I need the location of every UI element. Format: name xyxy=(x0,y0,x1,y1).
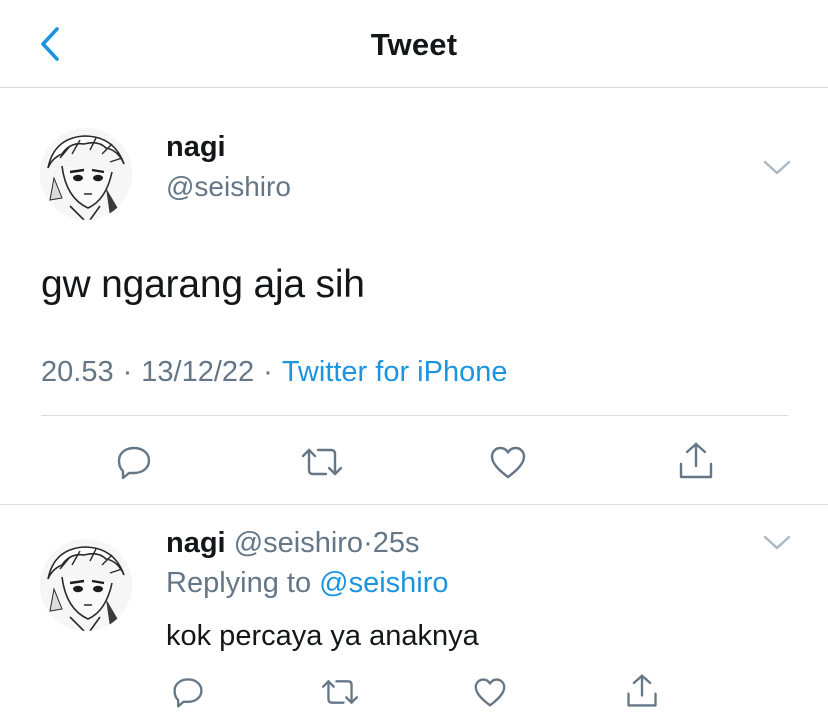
reply-author-handle[interactable]: @seishiro xyxy=(234,527,363,559)
retweet-icon xyxy=(301,448,343,476)
reply-menu-button[interactable] xyxy=(762,533,792,553)
like-button[interactable] xyxy=(470,672,510,712)
reply-button[interactable] xyxy=(168,672,208,712)
avatar[interactable] xyxy=(40,128,132,220)
like-icon xyxy=(490,446,526,479)
retweet-button[interactable] xyxy=(318,672,362,712)
tweet-meta: 20.53 · 13/12/22 · Twitter for iPhone xyxy=(41,356,507,389)
reply-author-name[interactable]: nagi xyxy=(166,527,226,559)
chevron-down-icon xyxy=(763,160,791,175)
author-handle[interactable]: @seishiro xyxy=(166,171,291,203)
retweet-button[interactable] xyxy=(298,440,346,484)
reply-button[interactable] xyxy=(112,440,156,484)
divider xyxy=(41,415,788,416)
reply-timestamp: 25s xyxy=(372,527,420,559)
reply-icon xyxy=(117,446,151,480)
replying-to-line: Replying to @seishiro xyxy=(166,567,449,600)
meta-separator: · xyxy=(122,356,133,388)
tweet-source-link[interactable]: Twitter for iPhone xyxy=(282,356,508,388)
share-icon xyxy=(627,674,657,707)
meta-separator: · xyxy=(363,527,373,559)
reply-header: nagi @seishiro·25s xyxy=(166,527,420,560)
replying-to-mention[interactable]: @seishiro xyxy=(319,567,448,599)
like-icon xyxy=(474,678,506,707)
top-bar: Tweet xyxy=(0,0,828,88)
share-button[interactable] xyxy=(674,438,718,484)
tweet-menu-button[interactable] xyxy=(762,158,792,178)
replying-to-label: Replying to xyxy=(166,567,312,599)
divider xyxy=(0,504,828,505)
chevron-down-icon xyxy=(763,535,791,550)
tweet-time: 20.53 xyxy=(41,356,114,388)
tweet-date: 13/12/22 xyxy=(141,356,255,388)
reply-text: kok percaya ya anaknya xyxy=(166,620,479,652)
page-title: Tweet xyxy=(370,27,458,62)
meta-separator: · xyxy=(263,356,273,388)
avatar-image xyxy=(40,539,132,631)
share-icon xyxy=(679,442,713,479)
reply-icon xyxy=(173,678,203,708)
tweet-text: gw ngarang aja sih xyxy=(41,263,365,306)
avatar-image xyxy=(40,128,132,220)
avatar[interactable] xyxy=(40,539,132,631)
retweet-icon xyxy=(321,680,359,704)
like-button[interactable] xyxy=(486,440,530,484)
share-button[interactable] xyxy=(622,670,662,712)
author-name[interactable]: nagi xyxy=(166,131,226,164)
